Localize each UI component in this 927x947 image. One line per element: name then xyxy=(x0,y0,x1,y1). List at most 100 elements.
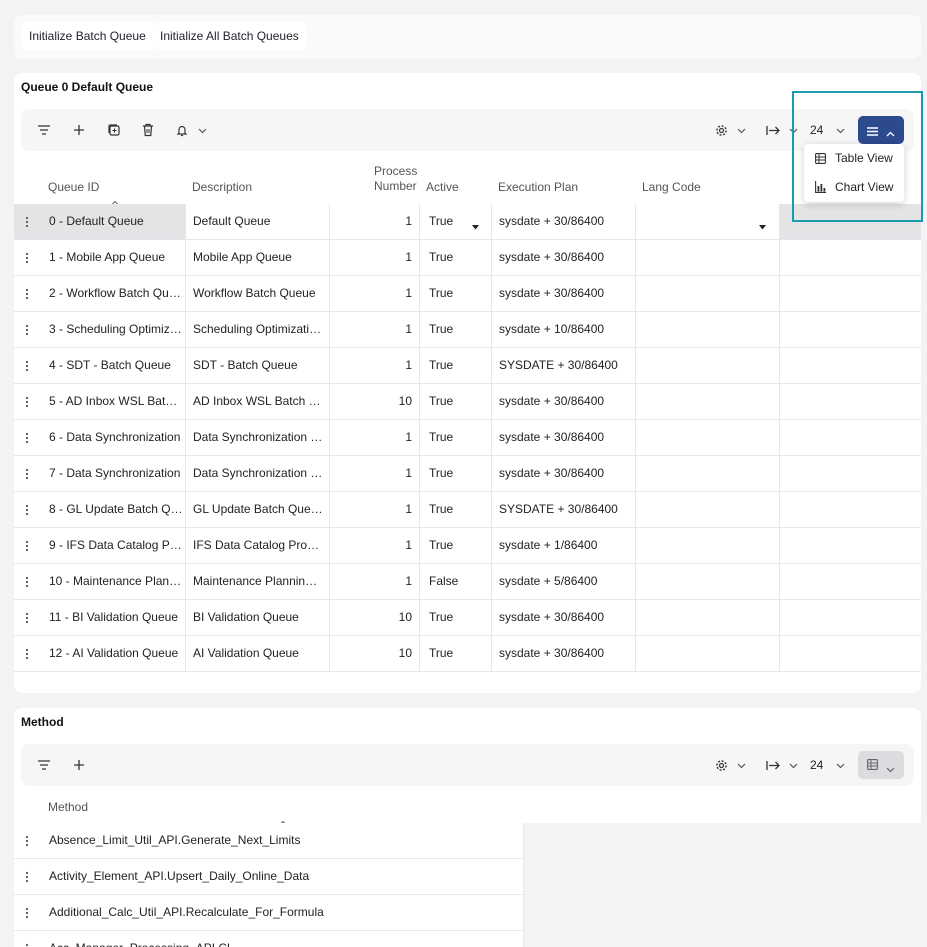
table-view-icon xyxy=(867,759,878,773)
cell-execution-plan: sysdate + 30/86400 xyxy=(499,610,605,624)
table-row[interactable]: 6 - Data Synchronization Data Synchroniza… xyxy=(14,420,921,456)
column-header-execution-plan[interactable]: Execution Plan xyxy=(498,180,578,195)
cell-description: BI Validation Queue xyxy=(193,610,299,624)
table-row[interactable]: 11 - BI Validation Queue BI Validation Qu… xyxy=(14,600,921,636)
row-actions-handle-icon[interactable] xyxy=(24,503,30,517)
table-row[interactable]: Activity_Element_API.Upsert_Daily_Online… xyxy=(14,859,524,895)
table-row[interactable]: 2 - Workflow Batch Queue Workflow Batch Q… xyxy=(14,276,921,312)
row-actions-handle-icon[interactable] xyxy=(24,539,30,553)
chevron-down-icon[interactable] xyxy=(731,121,751,141)
table-row[interactable]: Additional_Calc_Util_API.Recalculate_For… xyxy=(14,895,524,931)
row-actions-handle-icon[interactable] xyxy=(24,323,30,337)
row-actions-handle-icon[interactable] xyxy=(24,287,30,301)
chevron-down-icon[interactable] xyxy=(192,121,212,141)
cell-queue-id: 10 - Maintenance Planning xyxy=(49,574,183,588)
column-divider xyxy=(779,492,780,528)
column-header-queue-id[interactable]: Queue ID xyxy=(48,180,99,195)
row-actions-handle-icon[interactable] xyxy=(24,215,30,229)
table-row[interactable]: 4 - SDT - Batch Queue SDT - Batch Queue 1 T… xyxy=(14,348,921,384)
row-actions-handle-icon[interactable] xyxy=(24,431,30,445)
cell-process-number[interactable]: 1 xyxy=(334,204,412,239)
column-header-process-number[interactable]: Process Number xyxy=(374,164,418,194)
chevron-down-icon[interactable] xyxy=(830,756,850,776)
column-divider xyxy=(779,384,780,420)
settings-gear-icon[interactable] xyxy=(711,120,731,140)
row-actions-handle-icon[interactable] xyxy=(24,251,30,265)
cell-description: Mobile App Queue xyxy=(193,250,292,264)
table-row[interactable]: 0 - Default Queue Default Queue 1 True sysda… xyxy=(14,204,921,240)
batch-actions-bar: Initialize Batch Queue Initialize All Ba… xyxy=(14,15,921,59)
row-actions-handle-icon[interactable] xyxy=(24,611,30,625)
cell-queue-id: 4 - SDT - Batch Queue xyxy=(49,358,171,372)
initialize-all-batch-queues-button[interactable]: Initialize All Batch Queues xyxy=(152,22,307,50)
column-header-lang-code[interactable]: Lang Code xyxy=(642,180,701,195)
table-row[interactable]: 8 - GL Update Batch Queue GL Update Batch… xyxy=(14,492,921,528)
cell-execution-plan[interactable]: sysdate + 30/86400 xyxy=(499,204,631,239)
table-row[interactable]: 3 - Scheduling Optimization Scheduling Op… xyxy=(14,312,921,348)
column-divider xyxy=(185,312,186,348)
cell-description[interactable]: Default Queue xyxy=(193,204,323,239)
column-divider xyxy=(491,492,492,528)
settings-gear-icon[interactable] xyxy=(711,755,731,775)
add-icon[interactable] xyxy=(69,120,89,140)
page-size-value[interactable]: 24 xyxy=(810,758,823,772)
table-row[interactable]: 9 - IFS Data Catalog Process IFS Data Cat… xyxy=(14,528,921,564)
cell-queue-id: 7 - Data Synchronization xyxy=(49,466,181,480)
cell-active: True xyxy=(429,646,454,660)
cell-active: True xyxy=(429,394,454,408)
row-actions-handle-icon[interactable] xyxy=(24,647,30,661)
cell-execution-plan: sysdate + 1/86400 xyxy=(499,538,598,552)
row-actions-handle-icon[interactable] xyxy=(24,395,30,409)
cell-execution-plan: SYSDATE + 30/86400 xyxy=(499,502,618,516)
export-arrow-icon[interactable] xyxy=(763,120,783,140)
table-row[interactable]: 12 - AI Validation Queue AI Validation Qu… xyxy=(14,636,921,672)
column-divider xyxy=(419,420,420,456)
active-dropdown-caret-icon[interactable] xyxy=(472,219,479,233)
row-actions-handle-icon[interactable] xyxy=(24,575,30,589)
cell-active: True xyxy=(429,538,454,552)
duplicate-icon[interactable] xyxy=(104,120,124,140)
cell-process-number: 1 xyxy=(405,502,412,516)
row-actions-handle-icon[interactable] xyxy=(24,942,30,947)
row-actions-handle-icon[interactable] xyxy=(24,906,30,920)
column-divider xyxy=(635,312,636,348)
chevron-down-icon[interactable] xyxy=(731,756,751,776)
cell-description: Data Synchronization Process xyxy=(193,430,323,444)
table-row[interactable]: 1 - Mobile App Queue Mobile App Queue 1 Tru… xyxy=(14,240,921,276)
cell-method: Absence_Limit_Util_API.Generate_Next_Lim… xyxy=(49,833,301,847)
filter-icon[interactable] xyxy=(34,120,54,140)
column-divider xyxy=(419,204,420,240)
column-divider xyxy=(185,492,186,528)
row-actions-handle-icon[interactable] xyxy=(24,870,30,884)
lang-code-dropdown-caret-icon[interactable] xyxy=(759,219,766,233)
table-row[interactable]: Acc_Manager_Processing_API.Cl... xyxy=(14,931,524,947)
add-icon[interactable] xyxy=(69,755,89,775)
column-divider xyxy=(635,348,636,384)
table-row[interactable]: 5 - AD Inbox WSL Batch Queue AD Inbox WSL… xyxy=(14,384,921,420)
column-header-description[interactable]: Description xyxy=(192,180,252,195)
view-mode-button[interactable] xyxy=(858,751,904,779)
filter-icon[interactable] xyxy=(34,755,54,775)
table-row[interactable]: 10 - Maintenance Planning Maintenance Pla… xyxy=(14,564,921,600)
column-divider xyxy=(779,204,780,240)
row-actions-handle-icon[interactable] xyxy=(24,834,30,848)
column-header-active[interactable]: Active xyxy=(426,180,459,195)
chevron-down-icon[interactable] xyxy=(783,756,803,776)
column-divider xyxy=(779,240,780,276)
notification-bell-icon[interactable] xyxy=(172,120,192,140)
column-header-method[interactable]: Method xyxy=(48,800,88,815)
cell-active: True xyxy=(429,502,454,516)
column-header-process-number-line1: Process xyxy=(374,164,418,178)
row-actions-handle-icon[interactable] xyxy=(24,467,30,481)
delete-icon[interactable] xyxy=(138,120,158,140)
cell-execution-plan: sysdate + 30/86400 xyxy=(499,250,605,264)
table-row[interactable]: Absence_Limit_Util_API.Generate_Next_Lim… xyxy=(14,823,524,859)
column-divider xyxy=(491,312,492,348)
export-arrow-icon[interactable] xyxy=(763,755,783,775)
column-divider xyxy=(419,564,420,600)
column-divider xyxy=(419,492,420,528)
initialize-batch-queue-button[interactable]: Initialize Batch Queue xyxy=(21,22,154,50)
row-actions-handle-icon[interactable] xyxy=(24,359,30,373)
table-row[interactable]: 7 - Data Synchronization Data Synchroniza… xyxy=(14,456,921,492)
column-divider xyxy=(329,312,330,348)
